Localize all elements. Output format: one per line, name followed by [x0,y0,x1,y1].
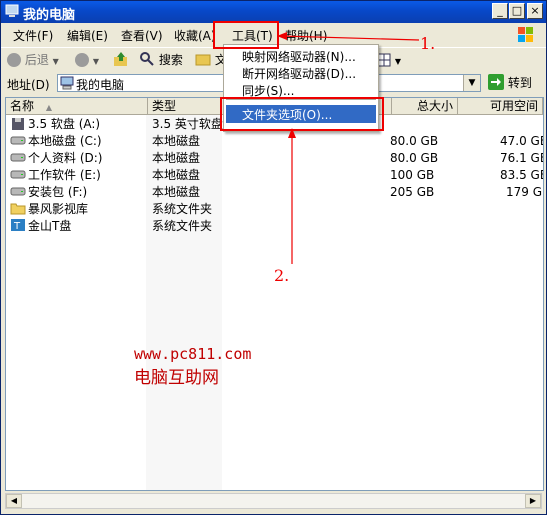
row-type: 本地磁盘 [152,185,201,199]
go-label: 转到 [507,76,532,90]
row-free: 83.5 GB [500,168,544,182]
watermark-url: www.pc811.com [134,345,252,363]
annotation-arrows [277,32,420,264]
explorer-window: 我的电脑 _ □ × 文件(F) 编辑(E) 查看(V) 收藏(A) 工具(T)… [0,0,547,515]
row-free: 179 GB [506,185,543,199]
go-button[interactable]: 转到 [488,74,542,92]
go-arrow-icon [488,74,504,90]
row-name: 工作软件 (E:) [28,168,101,182]
arrow-2-head-icon [288,128,296,138]
row-name: 暴风影视库 [28,202,89,216]
row-type: 本地磁盘 [152,151,201,165]
folder-icon [10,203,26,215]
back-arrow-icon [7,53,21,67]
annotation-step-2: 2. [274,266,290,285]
floppy-icon [12,118,24,130]
menu-edit[interactable]: 编辑(E) [67,27,108,44]
row-name: 本地磁盘 (C:) [28,134,102,148]
up-folder-button[interactable] [113,51,129,69]
menu-view[interactable]: 查看(V) [121,27,163,44]
svg-text:T: T [13,221,21,232]
row-type: 3.5 英寸软盘 [152,117,223,131]
drive-icon [10,170,26,179]
scroll-left-button[interactable]: ◀ [6,494,22,508]
scroll-right-button[interactable]: ▶ [525,494,541,508]
search-icon [140,52,154,66]
row-name: 3.5 软盘 (A:) [28,117,101,131]
forward-button[interactable]: ▼ [75,51,99,69]
search-button[interactable]: 搜索 [139,51,183,69]
window-title: 我的电脑 [23,8,76,23]
column-header-name[interactable]: 名称 ▲ [6,98,148,115]
my-computer-icon [5,4,19,17]
search-label: 搜索 [158,53,183,67]
column-type-label: 类型 [152,99,177,113]
up-folder-icon [114,52,127,66]
address-dropdown-button[interactable]: ▼ [463,75,480,91]
row-name: 安装包 (F:) [28,185,88,199]
back-label: 后退 [24,53,49,67]
minimize-button[interactable]: _ [492,3,508,19]
close-button[interactable]: × [527,3,543,19]
drive-icon [10,153,26,162]
horizontal-scrollbar[interactable]: ◀ ▶ [5,493,542,509]
address-label: 地址(D) [7,78,50,92]
folder-icon [195,54,211,66]
address-value: 我的电脑 [76,78,125,92]
maximize-button[interactable]: □ [509,3,525,19]
row-type: 系统文件夹 [152,219,213,233]
arrow-1-line [280,35,420,41]
row-name: 金山T盘 [28,219,72,233]
drive-icon [10,187,26,196]
sort-ascending-icon: ▲ [45,103,52,112]
windows-logo-icon [518,27,533,42]
column-header-free-space[interactable]: 可用空间 [458,98,543,115]
menu-file[interactable]: 文件(F) [13,27,53,44]
menu-favorites[interactable]: 收藏(A) [174,27,216,44]
watermark-name: 电脑互助网 [134,368,219,388]
annotation-box-tools [213,21,279,49]
title-bar[interactable]: 我的电脑 _ □ × [1,1,546,23]
row-free: 47.0 GB [500,134,544,148]
row-type: 系统文件夹 [152,202,213,216]
row-free: 76.1 GB [500,151,544,165]
back-button[interactable]: 后退 ▼ [7,51,59,69]
forward-arrow-icon [75,53,89,67]
row-name: 个人资料 (D:) [28,151,103,165]
row-type: 本地磁盘 [152,168,201,182]
column-name-label: 名称 [10,99,35,113]
arrow-1-head-icon [277,32,287,40]
my-computer-icon [60,76,74,90]
row-type: 本地磁盘 [152,134,201,148]
drive-icon [10,136,26,145]
column-free-label: 可用空间 [489,99,538,113]
annotation-step-1: 1. [420,34,436,53]
tdisk-icon: T [11,219,25,232]
